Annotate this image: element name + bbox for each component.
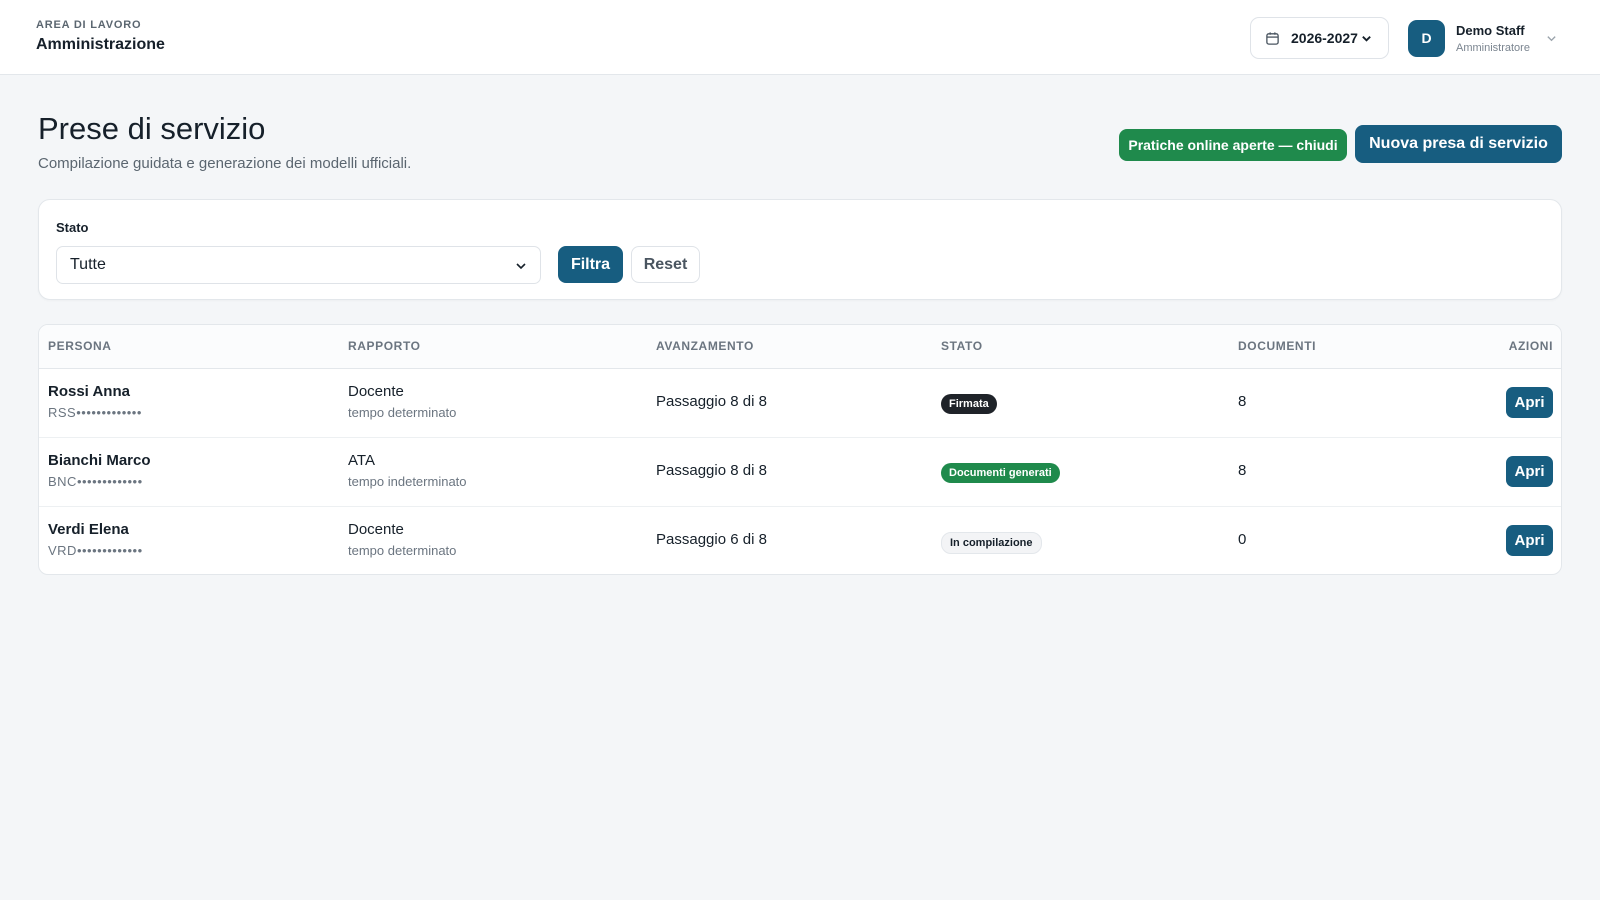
contract-type: tempo determinato — [348, 543, 457, 558]
documents-count: 8 — [1238, 393, 1247, 410]
documents-count: 0 — [1238, 531, 1247, 548]
person-code: RSS••••••••••••• — [48, 405, 142, 420]
contract-type: tempo determinato — [348, 405, 457, 420]
documents-count: 8 — [1238, 462, 1247, 479]
column-header-stato: STATO — [941, 339, 983, 353]
school-year-value: 2026-2027 — [1291, 30, 1358, 46]
top-bar: AREA DI LAVORO Amministrazione 2026-2027… — [0, 0, 1600, 75]
filter-panel: Stato Tutte Filtra Reset — [38, 199, 1562, 300]
column-header-rapporto: RAPPORTO — [348, 339, 421, 353]
chevron-down-icon — [1361, 33, 1372, 44]
contract-type: tempo indeterminato — [348, 474, 467, 489]
apply-filter-button[interactable]: Filtra — [558, 246, 623, 283]
open-button[interactable]: Apri — [1506, 525, 1553, 556]
person-code: BNC••••••••••••• — [48, 474, 143, 489]
open-button[interactable]: Apri — [1506, 456, 1553, 487]
chevron-down-icon — [1546, 33, 1557, 44]
employment-role: ATA — [348, 452, 375, 469]
employment-role: Docente — [348, 521, 404, 538]
new-service-entry-button[interactable]: Nuova presa di servizio — [1355, 125, 1562, 163]
open-button[interactable]: Apri — [1506, 387, 1553, 418]
person-name: Verdi Elena — [48, 521, 129, 538]
column-header-documenti: DOCUMENTI — [1238, 339, 1317, 353]
person-name: Rossi Anna — [48, 383, 130, 400]
table-header: PERSONA RAPPORTO AVANZAMENTO STATO DOCUM… — [39, 325, 1561, 369]
column-header-avanzamento: AVANZAMENTO — [656, 339, 754, 353]
status-filter-select[interactable]: Tutte — [56, 246, 541, 284]
table-row: Bianchi Marco BNC••••••••••••• ATA tempo… — [39, 438, 1561, 507]
person-code: VRD••••••••••••• — [48, 543, 143, 558]
person-name: Bianchi Marco — [48, 452, 151, 469]
user-role: Amministratore — [1456, 41, 1530, 54]
column-header-persona: PERSONA — [48, 339, 112, 353]
calendar-icon — [1265, 31, 1280, 46]
status-filter-value: Tutte — [70, 256, 106, 273]
service-entries-table: PERSONA RAPPORTO AVANZAMENTO STATO DOCUM… — [38, 324, 1562, 575]
status-filter-label: Stato — [56, 220, 89, 235]
reset-filter-button[interactable]: Reset — [631, 246, 700, 283]
column-header-azioni: AZIONI — [1508, 339, 1553, 353]
status-badge: In compilazione — [941, 532, 1042, 554]
chevron-down-icon — [515, 260, 527, 272]
page-subtitle: Compilazione guidata e generazione dei m… — [38, 155, 412, 172]
avatar: D — [1408, 19, 1445, 57]
workspace-label: AREA DI LAVORO — [36, 19, 142, 31]
user-menu[interactable]: D Demo Staff Amministratore — [1408, 18, 1568, 58]
workspace-name: Amministrazione — [36, 36, 165, 53]
employment-role: Docente — [348, 383, 404, 400]
page-title: Prese di servizio — [38, 111, 266, 146]
user-name: Demo Staff — [1456, 22, 1525, 38]
status-badge: Documenti generati — [941, 463, 1060, 483]
close-online-submissions-button[interactable]: Pratiche online aperte — chiudi — [1119, 129, 1347, 161]
table-row: Verdi Elena VRD••••••••••••• Docente tem… — [39, 507, 1561, 574]
progress-text: Passaggio 8 di 8 — [656, 462, 767, 479]
progress-text: Passaggio 8 di 8 — [656, 393, 767, 410]
table-row: Rossi Anna RSS••••••••••••• Docente temp… — [39, 369, 1561, 438]
progress-text: Passaggio 6 di 8 — [656, 531, 767, 548]
status-badge: Firmata — [941, 394, 997, 414]
school-year-selector[interactable]: 2026-2027 — [1250, 17, 1389, 59]
